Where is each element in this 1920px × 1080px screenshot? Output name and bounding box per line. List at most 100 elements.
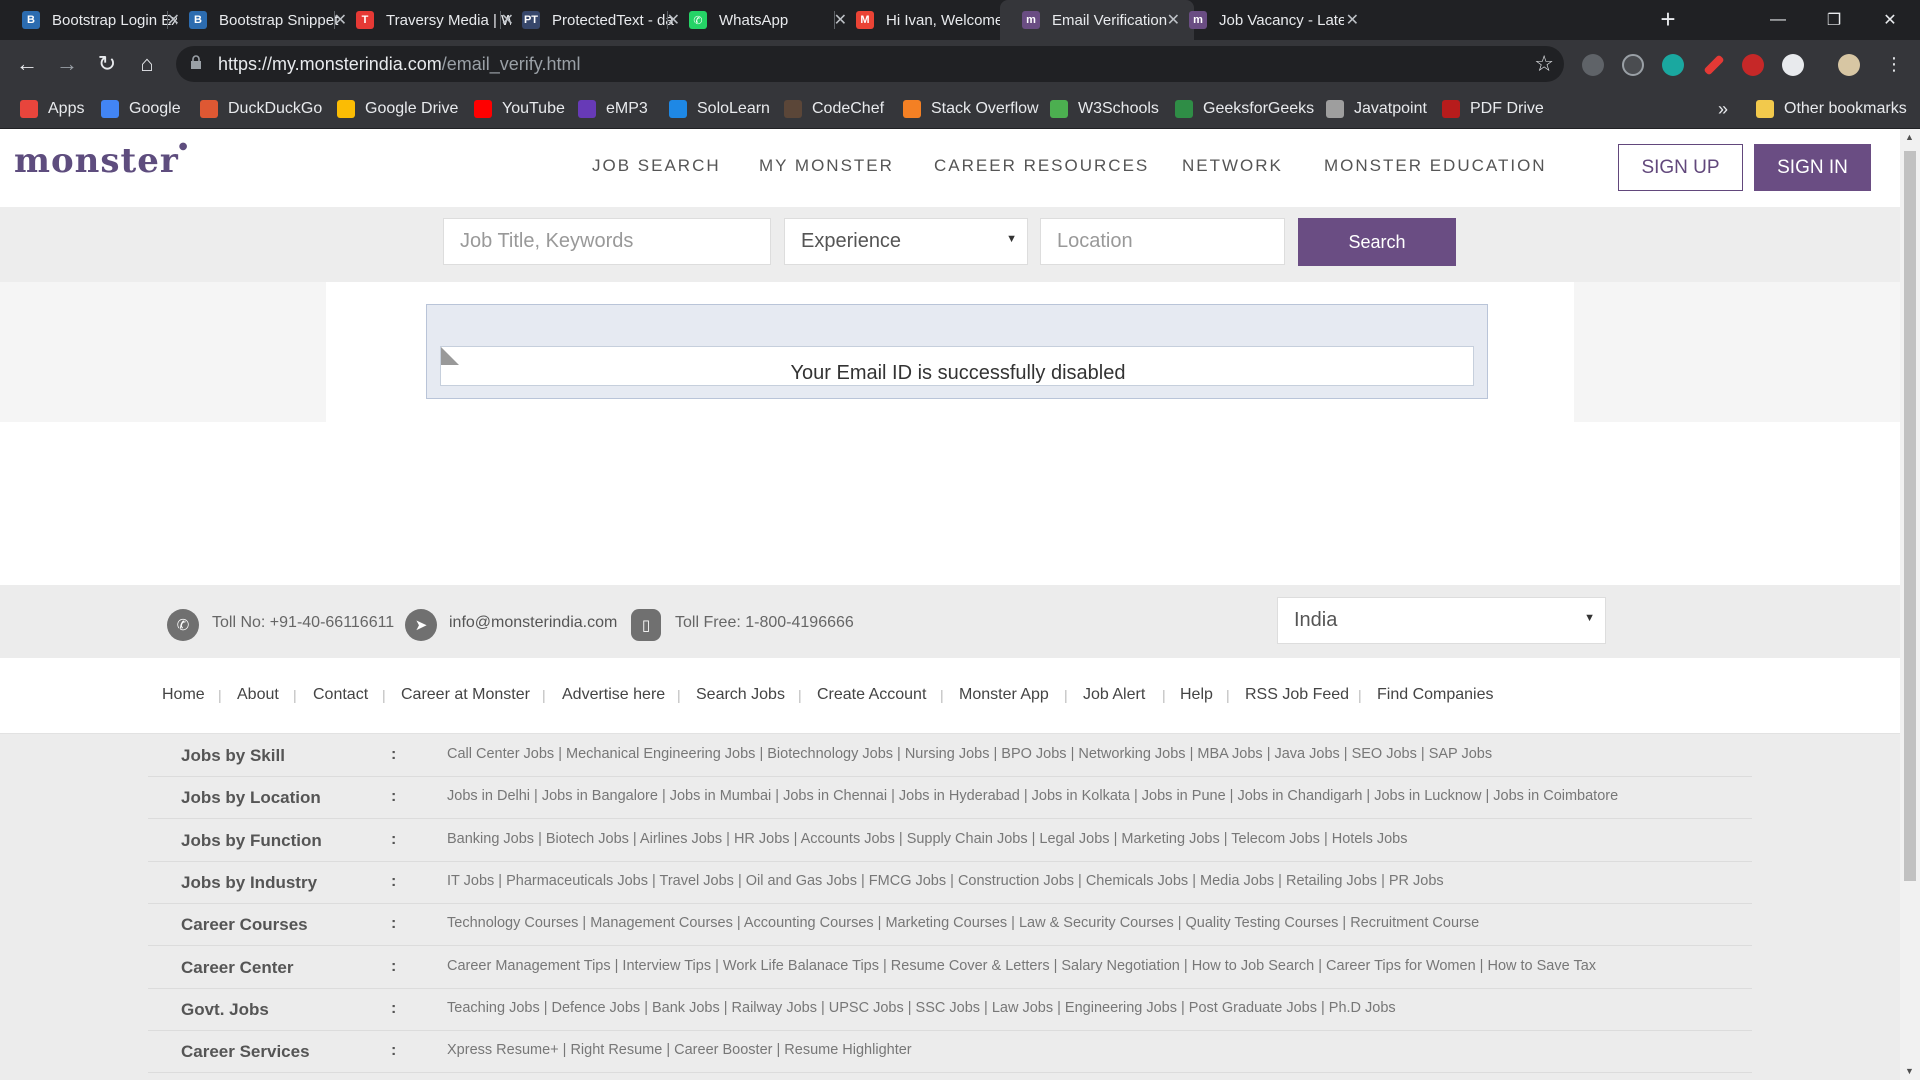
gmail-icon: M <box>856 11 874 29</box>
codechef-icon <box>784 100 802 118</box>
bookmark-pdf-drive[interactable]: PDF Drive <box>1442 89 1544 129</box>
sign-in-button[interactable]: SIGN IN <box>1754 144 1871 191</box>
other-bookmarks-folder[interactable]: Other bookmarks <box>1756 89 1907 129</box>
footer-link-contact[interactable]: Contact <box>313 686 368 704</box>
footer-link-help[interactable]: Help <box>1180 686 1213 704</box>
bookmark-emp3[interactable]: eMP3 <box>578 89 648 129</box>
browser-menu-icon[interactable]: ⋮ <box>1878 48 1910 80</box>
search-button[interactable]: Search <box>1298 218 1456 266</box>
footer-link-about[interactable]: About <box>237 686 279 704</box>
scroll-down-arrow-icon[interactable]: ▼ <box>1905 1066 1914 1076</box>
browser-tab[interactable]: B Bootstrap Snippet ✕ <box>167 0 361 40</box>
bookmark-google-drive[interactable]: Google Drive <box>337 89 458 129</box>
monster-logo[interactable]: monster● <box>14 141 189 181</box>
tab-close-icon[interactable]: ✕ <box>1346 10 1359 30</box>
seo-row-heading[interactable]: Jobs by Location <box>181 788 321 808</box>
nav-my-monster[interactable]: MY MONSTER <box>759 156 894 176</box>
lock-icon <box>191 55 201 69</box>
seo-row-links[interactable]: Xpress Resume+ | Right Resume | Career B… <box>447 1042 912 1058</box>
browser-tab[interactable]: ✆ WhatsApp ✕ <box>667 0 861 40</box>
bookmark-geeksforgeeks[interactable]: GeeksforGeeks <box>1175 89 1314 129</box>
footer-link-create-account[interactable]: Create Account <box>817 686 926 704</box>
seo-row-links[interactable]: Call Center Jobs | Mechanical Engineerin… <box>447 746 1492 762</box>
browser-tab[interactable]: PT ProtectedText - da ✕ <box>500 0 694 40</box>
bootstrap-icon: B <box>189 11 207 29</box>
footer-link-find-companies[interactable]: Find Companies <box>1377 686 1494 704</box>
extension-pen-icon[interactable] <box>1703 54 1725 76</box>
seo-row-links[interactable]: IT Jobs | Pharmaceuticals Jobs | Travel … <box>447 873 1444 889</box>
pdfdrive-icon <box>1442 100 1460 118</box>
bookmark-w3schools[interactable]: W3Schools <box>1050 89 1159 129</box>
close-window-button[interactable]: ✕ <box>1862 0 1918 40</box>
seo-row-heading[interactable]: Career Center <box>181 958 293 978</box>
seo-row-links[interactable]: Career Management Tips | Interview Tips … <box>447 958 1596 974</box>
country-select[interactable]: India ▼ <box>1277 597 1606 644</box>
bookmark-javatpoint[interactable]: Javatpoint <box>1326 89 1427 129</box>
bookmarks-overflow-button[interactable]: » <box>1718 89 1728 129</box>
footer-link-search-jobs[interactable]: Search Jobs <box>696 686 785 704</box>
seo-row-links[interactable]: Technology Courses | Management Courses … <box>447 915 1479 931</box>
seo-row-links[interactable]: Banking Jobs | Biotech Jobs | Airlines J… <box>447 831 1408 847</box>
nav-monster-education[interactable]: MONSTER EDUCATION <box>1324 156 1547 176</box>
bookmark-youtube[interactable]: YouTube <box>474 89 565 129</box>
toll-number: Toll No: +91-40-66116611 <box>212 614 395 631</box>
seo-row-heading[interactable]: Jobs by Function <box>181 831 322 851</box>
footer-link-career-at-monster[interactable]: Career at Monster <box>401 686 530 704</box>
footer-link-advertise-here[interactable]: Advertise here <box>562 686 665 704</box>
new-tab-button[interactable]: + <box>1654 6 1682 34</box>
extension-lightbulb-icon[interactable] <box>1582 54 1604 76</box>
reload-icon[interactable]: ↻ <box>91 48 123 80</box>
nav-career-resources[interactable]: CAREER RESOURCES <box>934 156 1149 176</box>
bookmark-codechef[interactable]: CodeChef <box>784 89 884 129</box>
minimize-button[interactable]: — <box>1750 0 1806 40</box>
bookmark-google[interactable]: Google <box>101 89 181 129</box>
bookmark-sololearn[interactable]: SoloLearn <box>669 89 770 129</box>
experience-select[interactable]: Experience ▼ <box>784 218 1028 265</box>
seo-row-heading[interactable]: Jobs by Industry <box>181 873 317 893</box>
scrollbar-thumb[interactable] <box>1904 151 1916 881</box>
browser-tab[interactable]: m Job Vacancy - Late ✕ <box>1167 0 1373 40</box>
bookmark-star-icon[interactable]: ☆ <box>1534 51 1554 77</box>
bookmark-duckduckgo[interactable]: DuckDuckGo <box>200 89 322 129</box>
seo-row-heading[interactable]: Jobs by Skill <box>181 746 285 766</box>
bookmark-label: YouTube <box>502 100 565 117</box>
dropdown-caret-icon: ▼ <box>1006 233 1017 245</box>
bookmark-stack-overflow[interactable]: Stack Overflow <box>903 89 1039 129</box>
bookmarks-bar: Apps Google DuckDuckGo Google Drive YouTube e… <box>0 89 1920 129</box>
profile-avatar-icon[interactable] <box>1838 54 1860 76</box>
seo-row-heading[interactable]: Career Courses <box>181 915 308 935</box>
extension-m-icon[interactable] <box>1662 54 1684 76</box>
browser-tab[interactable]: MHi Ivan, Welcome t✕ <box>834 0 1028 40</box>
extension-reader-icon[interactable] <box>1622 54 1644 76</box>
seo-row-heading[interactable]: Career Services <box>181 1042 310 1062</box>
back-arrow-icon[interactable]: ← <box>11 48 43 80</box>
seo-row-heading[interactable]: Govt. Jobs <box>181 1000 269 1020</box>
address-bar[interactable]: https://my.monsterindia.com/email_verify… <box>176 46 1564 82</box>
page-scrollbar[interactable]: ▲ ▼ <box>1900 129 1920 1080</box>
dropdown-caret-icon: ▼ <box>1584 612 1595 624</box>
forward-arrow-icon[interactable]: → <box>51 48 83 80</box>
footer-link-home[interactable]: Home <box>162 686 205 704</box>
contact-email[interactable]: info@monsterindia.com <box>449 614 617 632</box>
restore-button[interactable]: ❐ <box>1806 0 1862 40</box>
nav-network[interactable]: NETWORK <box>1182 156 1283 176</box>
seo-row-links[interactable]: Jobs in Delhi | Jobs in Bangalore | Jobs… <box>447 788 1618 804</box>
nav-job-search[interactable]: JOB SEARCH <box>592 156 721 176</box>
seo-row-links[interactable]: Teaching Jobs | Defence Jobs | Bank Jobs… <box>447 1000 1396 1016</box>
scroll-up-arrow-icon[interactable]: ▲ <box>1905 132 1914 142</box>
sign-up-button[interactable]: SIGN UP <box>1618 144 1743 191</box>
footer-link-monster-app[interactable]: Monster App <box>959 686 1049 704</box>
location-input[interactable]: Location <box>1040 218 1285 265</box>
bookmark-apps[interactable]: Apps <box>20 89 84 129</box>
adblock-icon[interactable] <box>1742 54 1764 76</box>
extension-gauge-icon[interactable] <box>1782 54 1804 76</box>
sololearn-icon <box>669 100 687 118</box>
home-icon[interactable]: ⌂ <box>131 48 163 80</box>
footer-link-job-alert[interactable]: Job Alert <box>1083 686 1145 704</box>
browser-tab[interactable]: T Traversy Media | W ✕ <box>334 0 528 40</box>
browser-tab[interactable]: m Email Verification ✕ <box>1000 0 1194 40</box>
stackoverflow-icon <box>903 100 921 118</box>
keywords-input[interactable]: Job Title, Keywords <box>443 218 771 265</box>
footer-link-rss-job-feed[interactable]: RSS Job Feed <box>1245 686 1349 704</box>
browser-tab[interactable]: B Bootstrap Login Ex ✕ <box>0 0 194 40</box>
